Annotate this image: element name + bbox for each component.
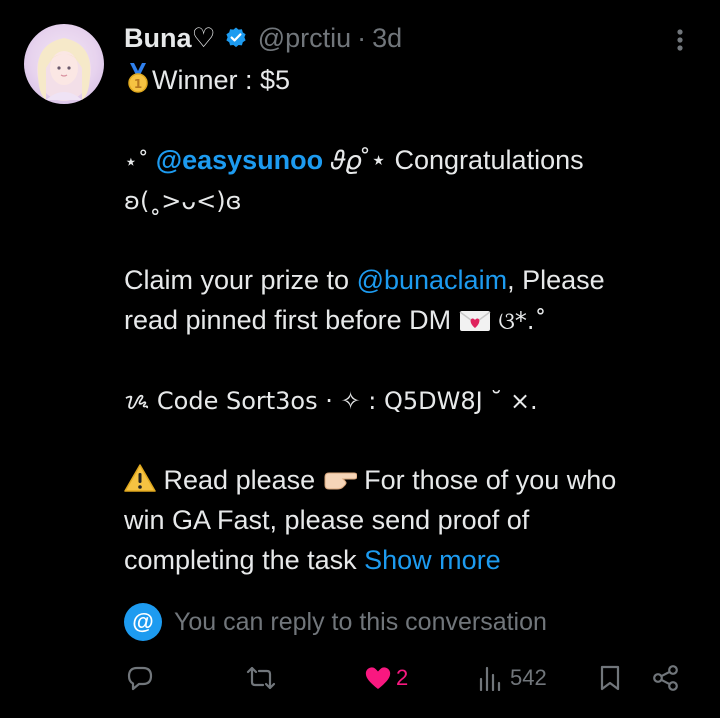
share-button[interactable] — [652, 658, 680, 698]
share-icon — [652, 664, 680, 692]
body-line-win: win GA Fast, please send proof of — [124, 500, 694, 540]
author-handle[interactable]: @prctiu — [258, 23, 351, 54]
love-letter-icon — [459, 304, 491, 344]
claim-suffix: , Please — [507, 265, 605, 295]
body-line-code: ᝰ Code Sort3os · ✧ : Q5DW8J ˘ ×. — [124, 380, 694, 420]
body-line-claim: Claim your prize to @bunaclaim, Please — [124, 260, 694, 300]
reply-button[interactable] — [126, 658, 154, 698]
views-count: 542 — [510, 665, 547, 690]
pinned-suffix: ଓ*.˚ — [490, 307, 547, 335]
tweet-timestamp[interactable]: 3d — [372, 23, 402, 54]
task-text: completing the task — [124, 545, 357, 575]
claim-prefix: Claim your prize to — [124, 265, 357, 295]
reply-icon — [126, 664, 154, 692]
svg-text:1: 1 — [134, 77, 142, 91]
mention-bunaclaim-link[interactable]: @bunaclaim — [357, 265, 507, 295]
header-separator: · — [357, 22, 367, 53]
views-chart-icon — [478, 665, 504, 691]
body-line-winner: 1 Winner : $5 — [124, 60, 694, 100]
like-button[interactable]: 2 — [364, 658, 408, 698]
author-display-name[interactable]: Buna♡ — [124, 23, 216, 54]
body-line-kaomoji: ʚ(˳>ᴗ<)ɞ — [124, 180, 694, 220]
verified-badge-icon — [224, 26, 248, 50]
kaomoji-text: ʚ(˳>ᴗ<)ɞ — [124, 187, 242, 215]
tweet: Buna♡ @prctiu · 3d 1 Winner: $5 ⋆˚ @eas… — [0, 0, 720, 718]
repost-button[interactable] — [246, 658, 276, 698]
read-please-suffix: For those of you who — [364, 465, 617, 495]
winner-text: Winner : $5 — [152, 65, 291, 95]
win-text: win GA Fast, please send proof of — [124, 505, 530, 535]
medal-icon: 1 — [124, 63, 152, 104]
tweet-body: 1 Winner : $5 ⋆˚ @easysunoo 𝜗𝜚˚⋆ Congrat… — [124, 60, 694, 580]
repost-icon — [246, 664, 276, 692]
body-line-pinned: read pinned first before DM ଓ*.˚ — [124, 300, 694, 340]
reply-permission-hint: @ You can reply to this conversation — [124, 602, 547, 642]
mention-at-icon: @ — [124, 603, 162, 641]
body-line-readplease: Read please For those of you who — [124, 460, 694, 500]
more-options-icon[interactable] — [668, 26, 692, 54]
reply-hint-text: You can reply to this conversation — [174, 607, 547, 636]
read-please-text: Read please — [163, 465, 316, 495]
mention-easysunoo-link[interactable]: @easysunoo — [156, 145, 323, 175]
body-line-congrats: ⋆˚ @easysunoo 𝜗𝜚˚⋆ Congratulations — [124, 140, 694, 180]
show-more-link[interactable]: Show more — [364, 545, 501, 575]
views-button[interactable]: 542 — [478, 658, 547, 698]
tweet-header: Buna♡ @prctiu · 3d — [124, 20, 402, 56]
avatar-illustration — [37, 38, 91, 101]
congrats-text: 𝜗𝜚˚⋆ Congratulations — [323, 145, 584, 175]
heart-filled-icon — [364, 665, 392, 691]
like-count: 2 — [396, 665, 409, 690]
bookmark-icon — [598, 664, 622, 692]
code-text: ᝰ Code Sort3os · ✧ : Q5DW8J ˘ ×. — [124, 387, 538, 415]
bookmark-button[interactable] — [598, 658, 622, 698]
pointing-hand-icon — [323, 464, 358, 504]
avatar[interactable] — [24, 24, 104, 104]
pinned-text: read pinned first before DM — [124, 305, 452, 335]
warning-icon — [124, 463, 156, 504]
tweet-actions: 2 542 — [0, 658, 720, 698]
congrats-prefix: ⋆˚ — [124, 150, 156, 175]
body-line-task: completing the task Show more — [124, 540, 694, 580]
